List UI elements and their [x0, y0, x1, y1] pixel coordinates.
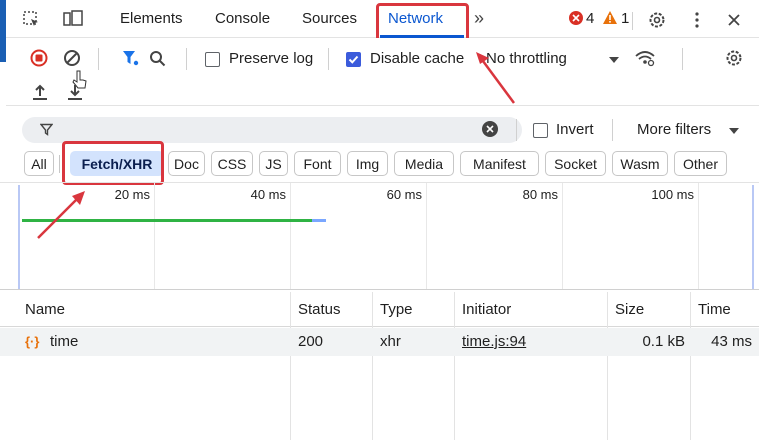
- annotation-arrow-network: [476, 52, 516, 104]
- annotation-arrows: [37, 52, 516, 239]
- annotation-arrow-fetch-xhr: [37, 191, 85, 239]
